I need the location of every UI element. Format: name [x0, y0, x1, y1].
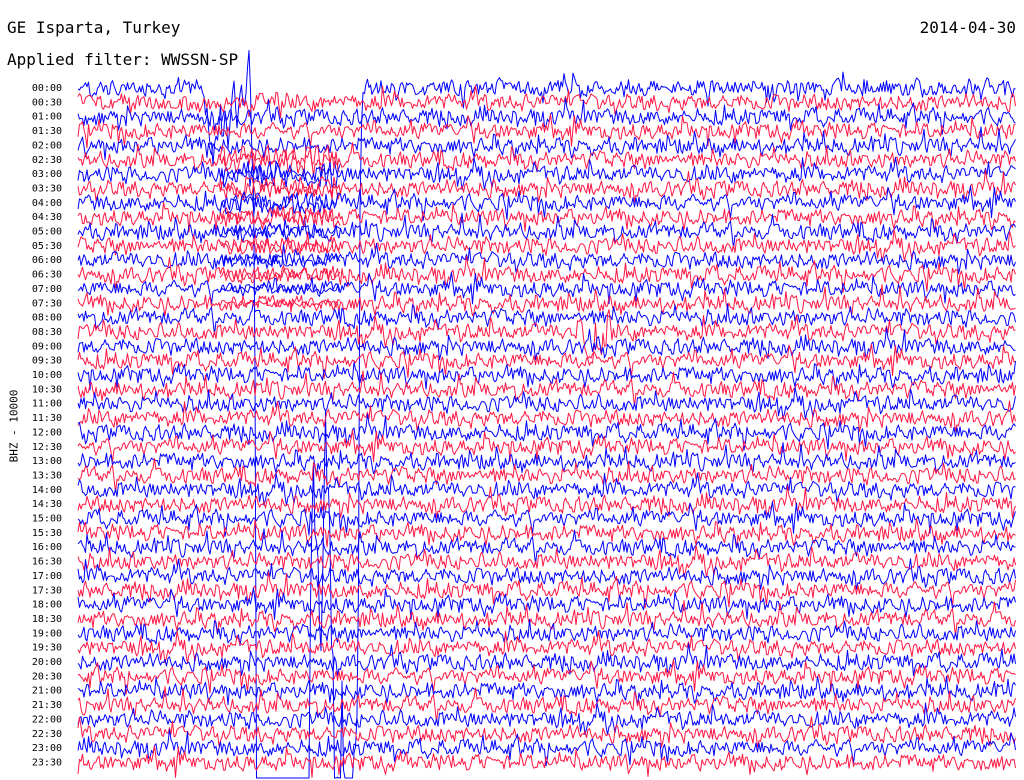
- row-label: 10:00: [32, 370, 62, 381]
- row-label: 12:30: [32, 442, 62, 453]
- row-label: 13:30: [32, 470, 62, 481]
- trace-row: [77, 413, 1016, 451]
- row-label: 09:30: [32, 356, 62, 367]
- row-label: 02:30: [32, 155, 62, 166]
- row-label: 08:00: [32, 313, 62, 324]
- row-label: 17:30: [32, 585, 62, 596]
- row-label: 16:30: [32, 557, 62, 568]
- row-label: 01:00: [32, 112, 62, 123]
- trace-row: [77, 85, 1016, 119]
- row-label: 05:30: [32, 241, 62, 252]
- row-label: 11:00: [32, 399, 62, 410]
- row-label: 10:30: [32, 384, 62, 395]
- trace-row: [77, 386, 1016, 420]
- row-label: 13:00: [32, 456, 62, 467]
- trace-row: [77, 472, 1016, 506]
- row-label: 09:00: [32, 341, 62, 352]
- row-label: 23:30: [32, 757, 62, 768]
- row-label: 01:30: [32, 126, 62, 137]
- row-label: 03:30: [32, 183, 62, 194]
- row-label: 16:00: [32, 542, 62, 553]
- trace-row: [77, 716, 1016, 748]
- row-label: 11:30: [32, 413, 62, 424]
- row-label: 18:00: [32, 600, 62, 611]
- row-label: 05:00: [32, 227, 62, 238]
- row-label: 07:00: [32, 284, 62, 295]
- row-label: 20:00: [32, 657, 62, 668]
- row-label: 21:30: [32, 700, 62, 711]
- trace-row: [77, 429, 1016, 463]
- row-label: 00:00: [32, 83, 62, 94]
- row-label: 14:30: [32, 499, 62, 510]
- row-label: 14:00: [32, 485, 62, 496]
- row-label: 23:00: [32, 743, 62, 754]
- trace-row: [77, 201, 1016, 233]
- row-label: 03:00: [32, 169, 62, 180]
- row-label: 20:30: [32, 671, 62, 682]
- row-label: 22:00: [32, 714, 62, 725]
- row-label: 02:00: [32, 140, 62, 151]
- row-label: 19:00: [32, 628, 62, 639]
- row-label: 00:30: [32, 97, 62, 108]
- event-coda: [219, 175, 341, 201]
- trace-row: [77, 675, 1016, 707]
- row-label: 15:30: [32, 528, 62, 539]
- row-label: 06:00: [32, 255, 62, 266]
- row-label: 21:00: [32, 686, 62, 697]
- row-label: 06:30: [32, 270, 62, 281]
- row-label: 15:00: [32, 514, 62, 525]
- row-label: 12:00: [32, 427, 62, 438]
- row-label: 17:00: [32, 571, 62, 582]
- row-label: 19:30: [32, 643, 62, 654]
- row-label: 04:30: [32, 212, 62, 223]
- row-label: 08:30: [32, 327, 62, 338]
- row-label: 22:30: [32, 729, 62, 740]
- row-label: 04:00: [32, 198, 62, 209]
- row-label: 07:30: [32, 298, 62, 309]
- helicorder-plot: 00:00 00:30 01:00 01:30 02:00 02:30 03:00 03:30…: [32, 50, 1016, 779]
- row-label: 18:30: [32, 614, 62, 625]
